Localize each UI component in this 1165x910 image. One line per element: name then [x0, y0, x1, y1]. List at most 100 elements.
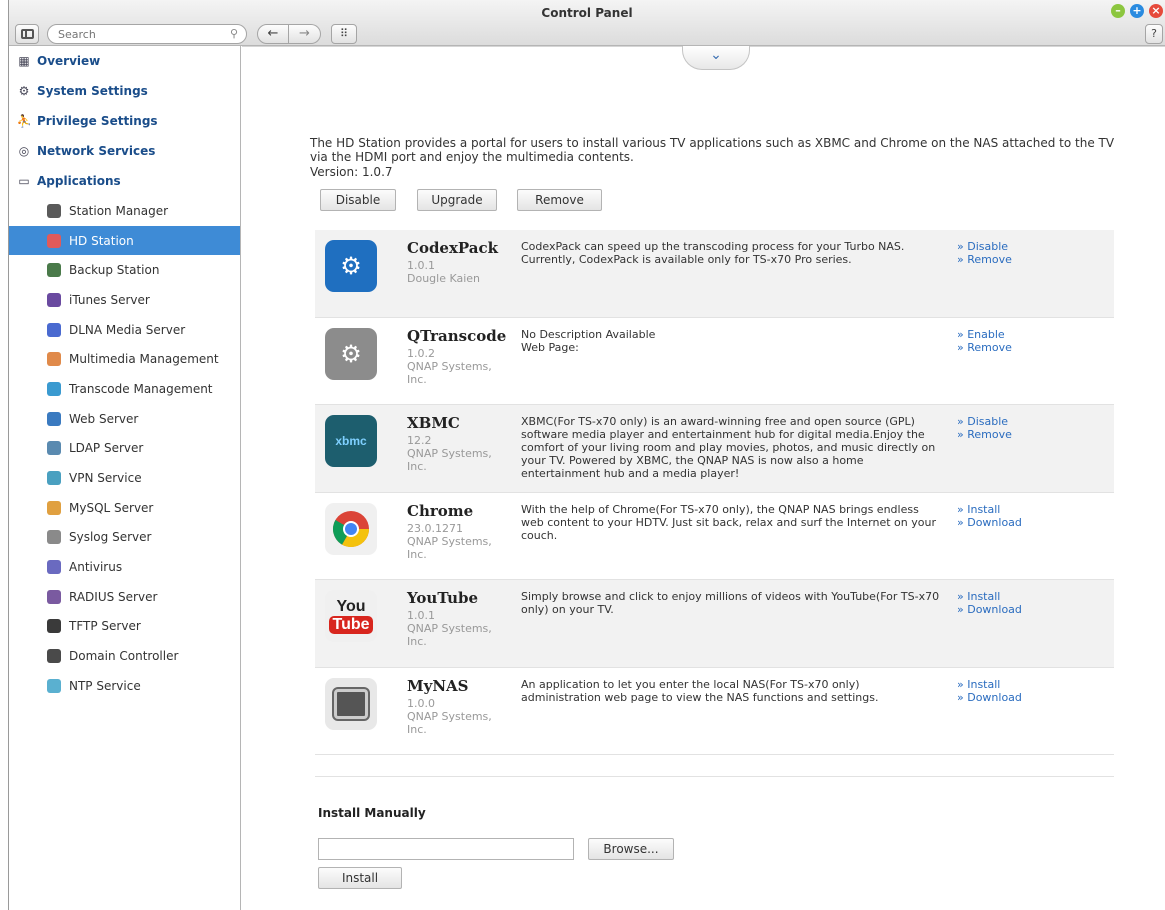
window-title: Control Panel	[541, 6, 633, 20]
toolbar: ⚲ ← → ⠿ ?	[9, 22, 1165, 46]
sidebar-item-label: Station Manager	[69, 203, 169, 218]
user-icon: ⛹	[16, 114, 32, 128]
app-action-disable-link[interactable]: » Disable	[957, 240, 1012, 253]
app-description: Simply browse and click to enjoy million…	[521, 590, 940, 616]
sidebar-item-web-server[interactable]: Web Server	[9, 404, 240, 434]
app-row: Chrome 23.0.1271 QNAP Systems, Inc. With th…	[315, 493, 1114, 580]
install-manually-title: Install Manually	[318, 806, 426, 820]
hd-station-version: Version: 1.0.7	[310, 165, 393, 179]
app-version: 1.0.1	[407, 609, 435, 622]
sidebar-item-dlna-media-server[interactable]: DLNA Media Server	[9, 315, 240, 345]
app-actions: » Disable» Remove	[957, 240, 1012, 266]
sidebar-categories: ▦ Overview ⚙ System Settings ⛹ Privilege Sett…	[9, 46, 240, 196]
sidebar-item-label: Syslog Server	[69, 530, 152, 545]
sidebar-item-system-settings[interactable]: ⚙ System Settings	[9, 76, 240, 106]
app-version: 1.0.1	[407, 259, 435, 272]
app-action-download-link[interactable]: » Download	[957, 691, 1022, 704]
app-description: With the help of Chrome(For TS-x70 only)…	[521, 502, 936, 542]
app-action-disable-link[interactable]: » Disable	[957, 415, 1012, 428]
sidebar-item-itunes-server[interactable]: iTunes Server	[9, 285, 240, 315]
upgrade-button[interactable]: Upgrade	[417, 189, 497, 211]
control-panel-window: Control Panel – + × ⚲ ← → ⠿ ? ▦ Overview ⚙…	[8, 0, 1165, 910]
remove-button[interactable]: Remove	[517, 189, 602, 211]
sidebar-item-overview[interactable]: ▦ Overview	[9, 46, 240, 76]
main-panel: ⌄ The HD Station provides a portal for u…	[242, 46, 1165, 910]
search-icon[interactable]: ⚲	[230, 27, 238, 40]
folder-icon: ▭	[18, 174, 30, 188]
app-action-download-link[interactable]: » Download	[957, 516, 1022, 529]
overview-icon: ▦	[18, 54, 30, 68]
app-vendor: QNAP Systems, Inc.	[407, 447, 492, 473]
app-action-enable-link[interactable]: » Enable	[957, 328, 1012, 341]
sidebar-item-hd-station[interactable]: HD Station	[9, 225, 240, 256]
sidebar-item-tftp-server[interactable]: TFTP Server	[9, 612, 240, 642]
app-version: 1.0.0	[407, 696, 435, 710]
browse-button[interactable]: Browse...	[588, 838, 674, 860]
close-button[interactable]: ×	[1149, 4, 1163, 18]
sidebar-item-ntp-service[interactable]: NTP Service	[9, 671, 240, 701]
sidebar-item-backup-station[interactable]: Backup Station	[9, 255, 240, 285]
sidebar-item-label: Domain Controller	[69, 649, 179, 664]
app-version: 12.2	[407, 434, 432, 447]
sidebar-item-station-manager[interactable]: Station Manager	[9, 196, 240, 226]
minimize-button[interactable]: –	[1111, 4, 1125, 18]
chrome-icon	[325, 502, 377, 555]
install-button[interactable]: Install	[318, 867, 402, 889]
sidebar-item-transcode-management[interactable]: Transcode Management	[9, 374, 240, 404]
app-description: No Description Available Web Page:	[521, 327, 656, 354]
sidebar-item-label: LDAP Server	[69, 441, 144, 456]
app-name: QTranscode	[407, 326, 507, 345]
antivirus-icon	[47, 560, 61, 575]
radius-server-icon	[47, 589, 61, 604]
apps-grid-button[interactable]: ⠿	[331, 24, 357, 44]
qtranscode-icon: ⚙	[325, 327, 377, 380]
youtube-icon: You Tube	[325, 590, 377, 642]
sidebar-item-privilege-settings[interactable]: ⛹ Privilege Settings	[9, 106, 240, 136]
sidebar-item-label: DLNA Media Server	[69, 322, 186, 337]
app-action-remove-link[interactable]: » Remove	[957, 253, 1012, 266]
sidebar-item-ldap-server[interactable]: LDAP Server	[9, 434, 240, 464]
app-action-install-link[interactable]: » Install	[957, 503, 1022, 516]
sidebar-item-label: NTP Service	[69, 678, 141, 693]
sidebar-toggle-button[interactable]	[15, 24, 39, 44]
collapse-toggle-chevron-down-icon[interactable]: ⌄	[682, 46, 750, 70]
search-input[interactable]	[58, 27, 218, 41]
file-path-input[interactable]	[318, 838, 574, 860]
app-row: ⚙ CodexPack 1.0.1 Dougle Kaien CodexPack can…	[315, 230, 1114, 318]
sidebar-item-label: HD Station	[69, 233, 134, 248]
sidebar-item-syslog-server[interactable]: Syslog Server	[9, 523, 240, 553]
app-meta: 1.0.0 QNAP Systems, Inc.	[407, 697, 507, 736]
sidebar-item-label: RADIUS Server	[69, 589, 158, 604]
sidebar-item-mysql-server[interactable]: MySQL Server	[9, 493, 240, 523]
help-button[interactable]: ?	[1145, 24, 1163, 44]
dlna-media-server-icon	[47, 322, 61, 337]
app-action-install-link[interactable]: » Install	[957, 678, 1022, 691]
sidebar-item-domain-controller[interactable]: Domain Controller	[9, 641, 240, 671]
forward-button[interactable]: →	[289, 24, 321, 44]
app-vendor: Dougle Kaien	[407, 272, 481, 285]
vpn-service-icon	[47, 471, 61, 486]
sidebar-item-network-services[interactable]: ◎ Network Services	[9, 136, 240, 166]
app-name: CodexPack	[407, 239, 499, 257]
sidebar-item-vpn-service[interactable]: VPN Service	[9, 463, 240, 493]
sidebar-icon	[20, 29, 34, 39]
hd-station-description: The HD Station provides a portal for use…	[310, 136, 1115, 164]
search-box: ⚲	[47, 24, 247, 44]
sidebar-item-multimedia-management[interactable]: Multimedia Management	[9, 344, 240, 374]
web-server-icon	[47, 411, 61, 426]
app-action-remove-link[interactable]: » Remove	[957, 428, 1012, 441]
app-vendor: QNAP Systems, Inc.	[407, 709, 492, 736]
app-action-remove-link[interactable]: » Remove	[957, 341, 1012, 354]
maximize-button[interactable]: +	[1130, 4, 1144, 18]
sidebar-item-applications[interactable]: ▭ Applications	[9, 166, 240, 196]
sidebar-item-radius-server[interactable]: RADIUS Server	[9, 582, 240, 612]
sidebar-item-label: Applications	[37, 174, 121, 188]
app-action-install-link[interactable]: » Install	[957, 590, 1022, 603]
disable-button[interactable]: Disable	[320, 189, 396, 211]
sidebar-item-antivirus[interactable]: Antivirus	[9, 552, 240, 582]
app-actions: » Install» Download	[957, 590, 1022, 616]
xbmc-icon: xbmc	[325, 415, 377, 467]
app-action-download-link[interactable]: » Download	[957, 603, 1022, 616]
app-actions: » Enable» Remove	[957, 328, 1012, 354]
back-button[interactable]: ←	[257, 24, 289, 44]
